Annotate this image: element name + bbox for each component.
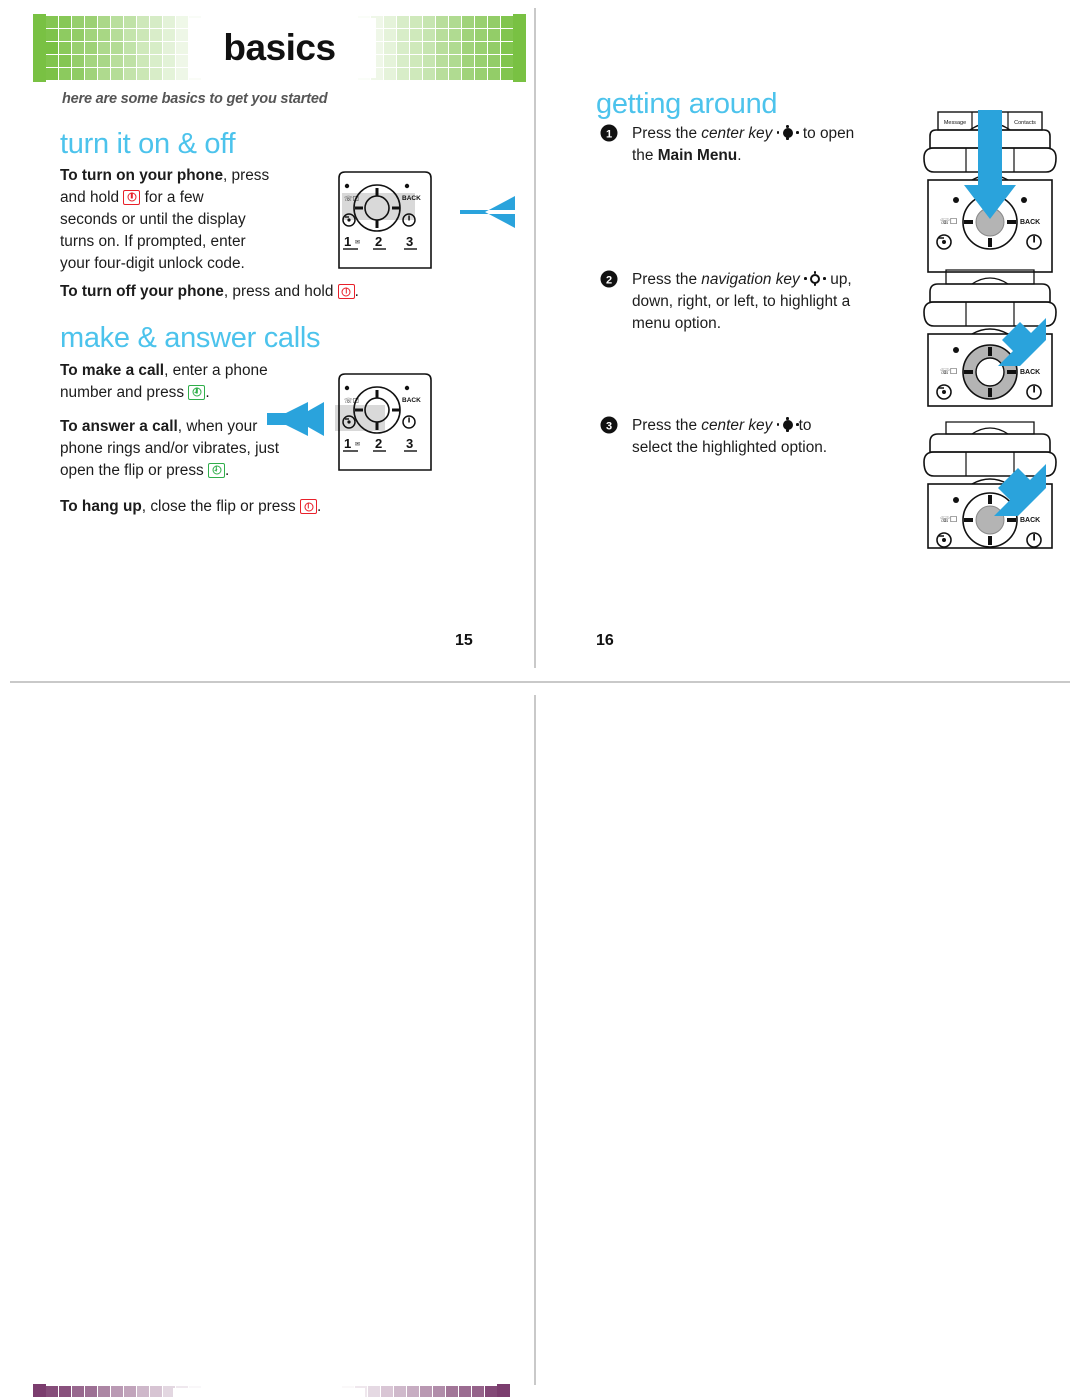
paragraph-turn-on: To turn on your phone, press and hold fo… — [60, 165, 300, 274]
emphasis-center-key: center key — [701, 417, 773, 434]
text: turns on. If prompted, enter — [60, 232, 246, 250]
section-heading-getting-around: getting around — [596, 88, 778, 120]
svg-text:2: 2 — [375, 436, 382, 451]
svg-text:✉: ✉ — [355, 442, 360, 448]
text: Press the — [632, 417, 698, 434]
text: Press the — [632, 271, 698, 288]
text: . — [317, 498, 322, 515]
phone-illustration-step2: ☏☐ BACK — [923, 269, 1057, 407]
center-key-icon — [776, 125, 799, 140]
section-heading-make-answer-calls: make & answer calls — [60, 322, 321, 354]
text: seconds or until the display — [60, 210, 246, 228]
step-number-3: 3 — [600, 416, 618, 439]
svg-text:1: 1 — [344, 234, 351, 249]
lead-turn-off: To turn off your phone — [60, 283, 224, 300]
phone-illustration-step3: ☏☐ BACK — [923, 421, 1057, 549]
text: your four-digit unlock code. — [60, 254, 245, 272]
power-key-icon — [300, 499, 318, 514]
page-number: 16 — [596, 632, 614, 649]
svg-text:Contacts: Contacts — [1014, 120, 1036, 126]
phone-illustration-step1: Message MENU Contacts ☏☐ BACK — [923, 110, 1057, 273]
svg-text:BACK: BACK — [1020, 369, 1040, 376]
text: the — [632, 146, 654, 164]
page-number: 15 — [455, 632, 473, 649]
text: , press and hold — [223, 283, 334, 300]
text: and hold — [60, 188, 120, 206]
step-2-text: Press the navigation key up, down, right… — [632, 269, 917, 335]
keypad-illustration-power: ☏☐ BACK 1 ✉ 2 3 — [338, 171, 515, 269]
page-17: home screen some home screen basics Your… — [0, 682, 536, 1397]
pointer-arrow-left-send-key — [267, 402, 324, 436]
text: down, right, or left, to highlight a — [632, 292, 851, 310]
svg-text:Message: Message — [944, 120, 966, 126]
emphasis-center-key: center key — [701, 125, 773, 142]
text: . — [354, 283, 359, 300]
text: . — [225, 461, 230, 479]
text: , enter a phone — [164, 362, 268, 379]
text: , when your — [177, 418, 258, 435]
text: to — [798, 417, 812, 434]
text: open the flip or press — [60, 461, 204, 479]
text: . — [737, 146, 742, 164]
chapter-title: basics — [223, 27, 336, 68]
bold-main-menu: Main Menu — [657, 146, 738, 164]
page-kicker: here are some basics to get you started — [62, 91, 328, 107]
svg-text:BACK: BACK — [402, 397, 421, 404]
svg-text:✉: ✉ — [355, 240, 360, 246]
svg-text:3: 3 — [406, 234, 413, 249]
text: menu option. — [632, 314, 721, 332]
svg-text:BACK: BACK — [1020, 219, 1040, 226]
svg-text:2: 2 — [375, 234, 382, 249]
emphasis-navigation-key: navigation key — [701, 271, 800, 288]
svg-text:1: 1 — [606, 128, 612, 140]
keypad-illustration-send: ☏☐ BACK 1 ✉ 2 3 — [335, 373, 432, 471]
manual-spread: basics here are some basics to get you s… — [0, 0, 1080, 1397]
text: , press — [223, 167, 270, 184]
send-key-icon — [188, 384, 206, 400]
section-heading-turn-on-off: turn it on & off — [60, 128, 236, 160]
power-key-icon — [337, 284, 355, 299]
text: , close the flip or press — [141, 498, 296, 515]
lead-make-call: To make a call — [60, 362, 165, 379]
page-18: home screen home screen shortcuts From t… — [536, 682, 1080, 1397]
svg-text:3: 3 — [406, 436, 413, 451]
chapter-title: home screen — [33, 1384, 510, 1397]
step-number-2: 2 — [600, 270, 618, 293]
svg-text:BACK: BACK — [402, 195, 421, 202]
text: select the highlighted option. — [632, 438, 828, 456]
page-16: basics getting around 1 Press the center… — [536, 0, 1080, 682]
power-key-icon — [123, 189, 141, 205]
text: . — [205, 383, 210, 401]
paragraph-turn-off: To turn off your phone, press and hold . — [60, 281, 480, 303]
paragraph-hang-up: To hang up, close the flip or press . — [60, 496, 480, 518]
text: up, — [830, 271, 852, 288]
step-number-1: 1 — [600, 124, 618, 147]
svg-text:1: 1 — [344, 436, 351, 451]
text: to open — [802, 125, 855, 142]
svg-text:☏☐: ☏☐ — [940, 515, 957, 524]
text: phone rings and/or vibrates, just — [60, 439, 280, 457]
svg-text:2: 2 — [606, 274, 612, 286]
text: Press the — [632, 125, 698, 142]
navigation-key-icon — [803, 271, 826, 286]
svg-text:3: 3 — [606, 420, 612, 432]
svg-text:☏☐: ☏☐ — [940, 367, 957, 376]
page-15: basics here are some basics to get you s… — [0, 0, 536, 682]
svg-text:☏☐: ☏☐ — [344, 397, 359, 405]
chapter-banner-basics-left: basics — [33, 14, 526, 82]
svg-text:☏☐: ☏☐ — [344, 195, 359, 203]
step-3-text: Press the center key to select the highl… — [632, 415, 922, 459]
step-1-text: Press the center key to open the Main Me… — [632, 123, 912, 167]
lead-hang-up: To hang up — [60, 498, 142, 515]
lead-answer-call: To answer a call — [60, 418, 178, 435]
center-key-icon — [776, 417, 799, 432]
text: number and press — [60, 383, 185, 401]
svg-text:BACK: BACK — [1020, 517, 1040, 524]
lead-turn-on: To turn on your phone — [60, 167, 223, 184]
send-key-icon — [208, 462, 226, 478]
svg-text:☏☐: ☏☐ — [940, 217, 957, 226]
chapter-banner-home-screen-left: home screen — [33, 1384, 510, 1397]
text: for a few — [144, 188, 204, 206]
